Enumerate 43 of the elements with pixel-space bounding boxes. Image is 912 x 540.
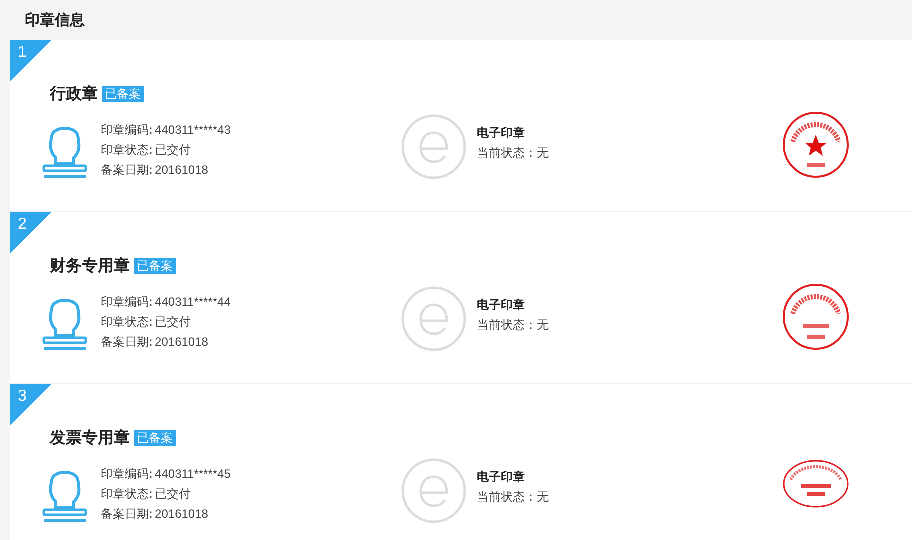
field-label: 备案日期:: [101, 334, 154, 351]
field-label: 印章状态:: [101, 486, 154, 503]
index-number: 2: [18, 216, 27, 234]
e-circle-icon: [401, 286, 467, 352]
field-label: 印章编码:: [101, 466, 154, 483]
field-label: 印章状态:: [101, 314, 154, 331]
index-number: 3: [18, 388, 27, 406]
status-badge: 已备案: [102, 86, 144, 102]
field-label: 备案日期:: [101, 506, 154, 523]
e-seal-title: 电子印章: [477, 125, 526, 142]
field-label: 印章状态:: [101, 142, 154, 159]
index-ribbon: [10, 212, 52, 254]
e-seal-title: 电子印章: [477, 469, 526, 486]
index-number: 1: [18, 44, 27, 62]
seal-name: 财务专用章: [50, 256, 130, 276]
index-ribbon: [10, 40, 52, 82]
status-label: 当前状态：: [477, 489, 537, 506]
field-label: 印章编码:: [101, 122, 154, 139]
e-seal-title: 电子印章: [477, 297, 526, 314]
status-label: 当前状态：: [477, 145, 537, 162]
seal-name: 发票专用章: [50, 428, 130, 448]
section-title: 印章信息: [25, 10, 85, 30]
field-value: 已交付: [155, 314, 192, 331]
e-circle-icon: [401, 114, 467, 180]
field-label: 备案日期:: [101, 162, 154, 179]
field-value: 已交付: [155, 486, 192, 503]
status-badge: 已备案: [134, 430, 176, 446]
field-value: 440311*****44: [155, 294, 231, 311]
field-value: 440311*****43: [155, 122, 231, 139]
field-value: 20161018: [155, 334, 208, 351]
index-ribbon: [10, 384, 52, 426]
status-value: 无: [537, 317, 549, 334]
status-badge: 已备案: [134, 258, 176, 274]
seal-name: 行政章: [50, 84, 98, 104]
field-value: 20161018: [155, 506, 208, 523]
status-label: 当前状态：: [477, 317, 537, 334]
field-value: 20161018: [155, 162, 208, 179]
field-label: 印章编码:: [101, 294, 154, 311]
field-value: 440311*****45: [155, 466, 231, 483]
status-value: 无: [537, 145, 549, 162]
e-circle-icon: [401, 458, 467, 524]
field-value: 已交付: [155, 142, 192, 159]
status-value: 无: [537, 489, 549, 506]
